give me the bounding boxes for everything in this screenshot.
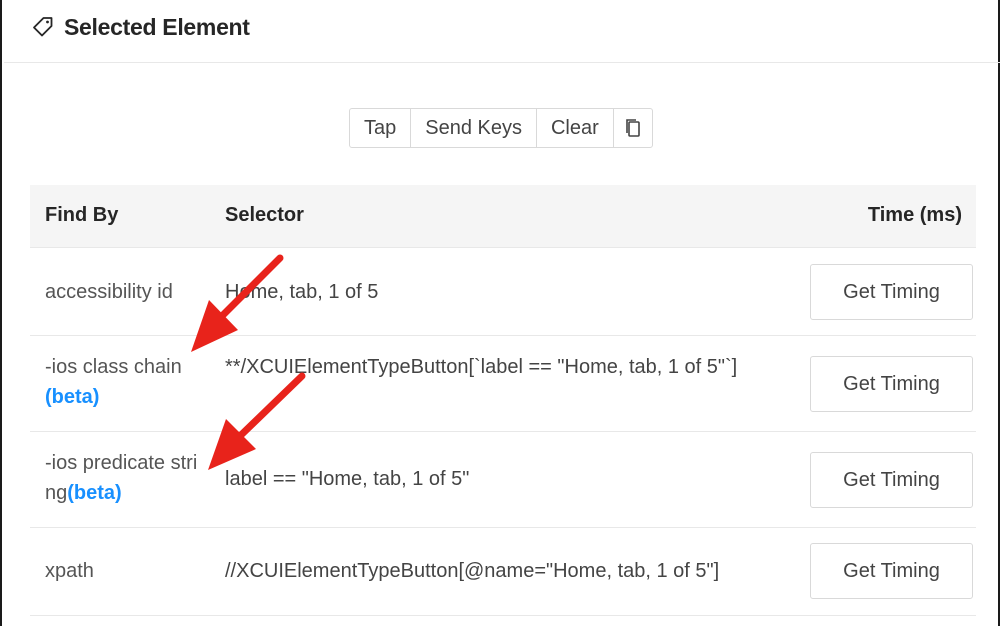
find-by-cell: xpath	[45, 556, 205, 586]
copy-icon	[625, 119, 640, 137]
find-by-cell: -ios class chain (beta)	[45, 352, 205, 412]
find-by-cell: -ios predicate string(beta)	[45, 448, 200, 508]
get-timing-button[interactable]: Get Timing	[810, 452, 973, 508]
get-timing-button[interactable]: Get Timing	[810, 356, 973, 412]
selector-table: Find By Selector Time (ms) accessibility…	[30, 185, 976, 616]
column-find-by: Find By	[45, 204, 119, 226]
get-timing-button[interactable]: Get Timing	[810, 543, 973, 599]
tag-icon	[33, 17, 53, 37]
tap-button[interactable]: Tap	[350, 109, 412, 147]
table-row: -ios class chain (beta) **/XCUIElementTyp…	[30, 336, 976, 432]
send-keys-button[interactable]: Send Keys	[411, 109, 537, 147]
get-timing-button[interactable]: Get Timing	[810, 264, 973, 320]
find-by-cell: accessibility id	[45, 277, 205, 307]
table-row: accessibility id Home, tab, 1 of 5 Get T…	[30, 248, 976, 336]
column-selector: Selector	[225, 204, 304, 226]
selector-cell: **/XCUIElementTypeButton[`label == "Home…	[225, 356, 738, 378]
find-by-strategy: -ios class chain	[45, 356, 182, 378]
element-actions-group: Tap Send Keys Clear	[349, 108, 653, 148]
selected-element-panel: Selected Element Tap Send Keys Clear Fin…	[0, 0, 1000, 626]
find-by-strategy: accessibility id	[45, 281, 173, 303]
table-header: Find By Selector Time (ms)	[30, 185, 976, 248]
selector-cell: label == "Home, tab, 1 of 5"	[225, 468, 470, 490]
find-by-strategy: xpath	[45, 560, 94, 582]
clear-button[interactable]: Clear	[537, 109, 614, 147]
column-time: Time (ms)	[867, 204, 962, 226]
table-row: xpath //XCUIElementTypeButton[@name="Hom…	[30, 528, 976, 616]
copy-button[interactable]	[614, 109, 652, 147]
beta-label: (beta)	[67, 482, 122, 504]
panel-title: Selected Element	[64, 14, 250, 40]
table-row: -ios predicate string(beta) label == "Ho…	[30, 432, 976, 528]
beta-label: (beta)	[45, 386, 100, 408]
selector-cell: //XCUIElementTypeButton[@name="Home, tab…	[225, 560, 720, 582]
panel-header: Selected Element	[4, 0, 1000, 63]
selector-cell: Home, tab, 1 of 5	[225, 281, 379, 303]
